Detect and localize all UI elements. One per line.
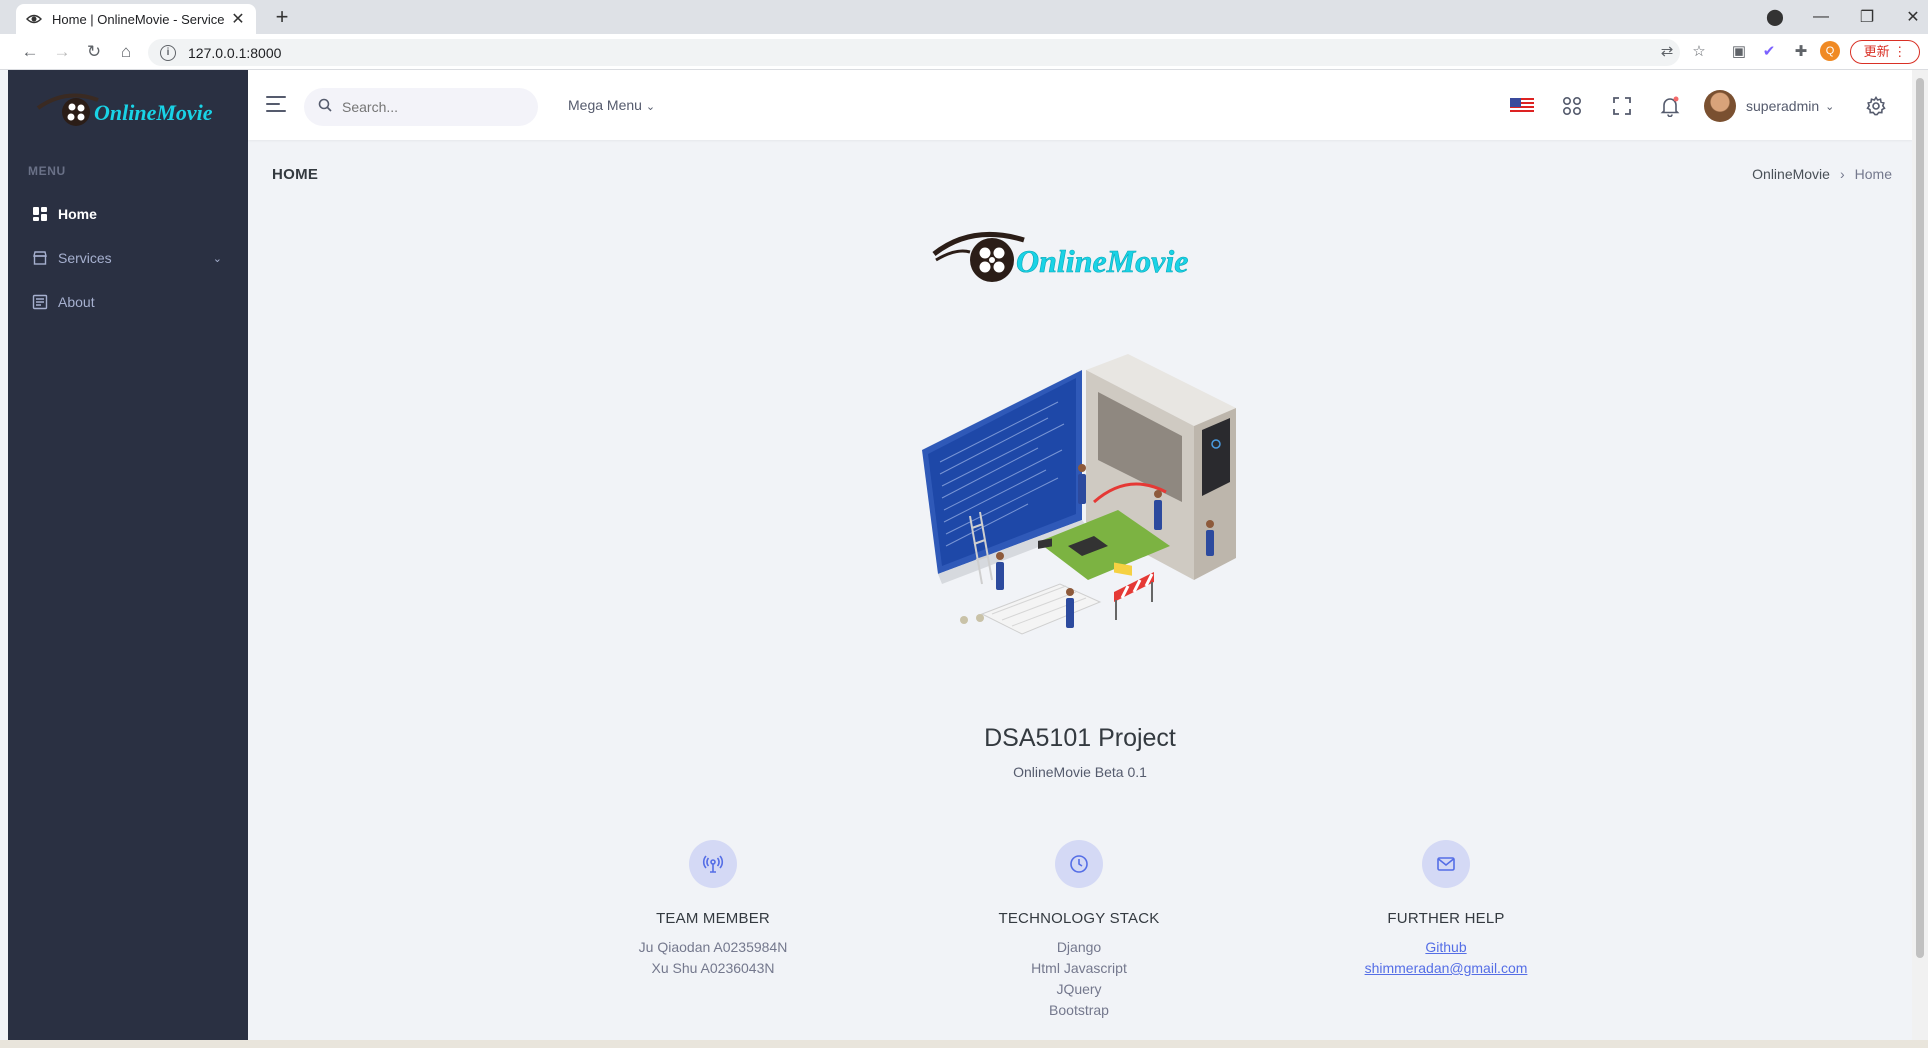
new-tab-button[interactable]: +: [268, 4, 296, 32]
puzzle-icon[interactable]: ✚: [1790, 41, 1812, 63]
fullscreen-icon[interactable]: [1610, 94, 1634, 118]
avatar: [1704, 90, 1736, 122]
sidebar: OnlineMovie MENU Home Services ⌄ About: [8, 70, 248, 1040]
sidebar-item-about[interactable]: About: [8, 282, 248, 322]
sidebar-item-label: Home: [58, 206, 97, 222]
search-input[interactable]: [342, 99, 512, 115]
section-title: TECHNOLOGY STACK: [998, 910, 1160, 927]
menu-toggle-icon[interactable]: [266, 96, 286, 114]
chevron-down-icon: ⌄: [645, 101, 656, 113]
page-title: HOME: [272, 166, 319, 183]
site-info-icon[interactable]: i: [160, 44, 176, 61]
bottom-strip: [0, 1040, 1928, 1048]
mail-icon: [1422, 840, 1470, 888]
list-icon: [32, 294, 48, 310]
close-window-icon[interactable]: ✕: [1890, 7, 1928, 27]
tech-stack-line: Bootstrap: [1049, 1002, 1109, 1018]
mega-menu-dropdown[interactable]: Mega Menu ⌄: [568, 97, 655, 113]
sidebar-logo[interactable]: OnlineMovie: [36, 86, 236, 136]
tech-stack-line: Django: [1056, 939, 1102, 955]
url-bar[interactable]: i 127.0.0.1:8000: [148, 39, 1680, 66]
sidebar-item-services[interactable]: Services ⌄: [8, 238, 248, 278]
username: superadmin: [1746, 98, 1820, 114]
notification-bell-icon[interactable]: [1658, 94, 1682, 118]
sidebar-item-label: Services: [58, 250, 112, 266]
menu-title: MENU: [28, 164, 66, 178]
minimize-icon[interactable]: —: [1798, 8, 1844, 26]
bookmark-star-icon[interactable]: ☆: [1688, 41, 1710, 63]
breadcrumb-separator-icon: ›: [1839, 166, 1845, 182]
main-logo-text: OnlineMovie: [1016, 243, 1188, 279]
translate-icon[interactable]: ⇄: [1656, 41, 1678, 63]
extension-icon[interactable]: ▣: [1728, 41, 1750, 63]
scrollbar-thumb[interactable]: [1916, 78, 1924, 958]
browser-tab-bar: Home | OnlineMovie - Service ✕ + ⬤ — ❐ ✕: [0, 0, 1928, 34]
dashboard-icon: [32, 206, 48, 222]
browser-tab[interactable]: Home | OnlineMovie - Service ✕: [16, 4, 256, 34]
restore-icon[interactable]: ❐: [1844, 7, 1890, 27]
main-logo: OnlineMovie: [932, 224, 1222, 288]
search-box[interactable]: [304, 88, 538, 126]
back-icon[interactable]: ←: [18, 40, 42, 64]
tab-close-icon[interactable]: ✕: [230, 9, 246, 29]
url-text: 127.0.0.1:8000: [188, 44, 282, 61]
breadcrumb-current: Home: [1854, 166, 1892, 182]
forward-icon[interactable]: →: [50, 40, 74, 64]
store-icon: [32, 250, 48, 266]
breadcrumb-link[interactable]: OnlineMovie: [1752, 166, 1830, 182]
apps-grid-icon[interactable]: [1560, 94, 1584, 118]
search-icon: [318, 98, 332, 117]
browser-toolbar: ← → ↻ ⌂ i 127.0.0.1:8000 ⇄ ☆ ▣ ✔ ✚ Q 更新 …: [0, 34, 1928, 70]
user-dropdown[interactable]: superadmin ⌄: [1704, 90, 1834, 122]
sidebar-item-label: About: [58, 294, 95, 310]
computer-repair-illustration: [918, 352, 1238, 652]
github-link[interactable]: Github: [1296, 937, 1596, 958]
section-title: FURTHER HELP: [1387, 910, 1505, 927]
tab-title: Home | OnlineMovie - Service: [52, 11, 225, 27]
home-icon[interactable]: ⌂: [114, 40, 138, 64]
settings-gear-icon[interactable]: [1864, 94, 1888, 118]
breadcrumb: OnlineMovie › Home: [1752, 166, 1892, 182]
profile-dropdown-icon[interactable]: ⬤: [1752, 7, 1798, 27]
mega-menu-label: Mega Menu: [568, 97, 642, 113]
chevron-down-icon: ⌄: [212, 252, 222, 265]
check-extension-icon[interactable]: ✔: [1758, 41, 1780, 63]
project-title: DSA5101 Project: [984, 724, 1176, 752]
email-link[interactable]: shimmeradan@gmail.com: [1296, 958, 1596, 979]
reload-icon[interactable]: ↻: [82, 40, 106, 64]
further-help-section: FURTHER HELP Github shimmeradan@gmail.co…: [1296, 840, 1596, 979]
clock-icon: [1055, 840, 1103, 888]
eye-favicon-icon: [26, 11, 42, 27]
team-member-line: Xu Shu A0236043N: [651, 960, 775, 976]
sidebar-item-home[interactable]: Home: [8, 194, 248, 234]
page-header: HOME OnlineMovie › Home: [272, 164, 1892, 188]
update-button[interactable]: 更新 ⋮: [1850, 40, 1920, 64]
profile-avatar-icon[interactable]: Q: [1820, 41, 1840, 61]
technology-stack-section: TECHNOLOGY STACK Django Html Javascript …: [929, 840, 1229, 1021]
section-title: TEAM MEMBER: [656, 910, 770, 927]
chevron-down-icon: ⌄: [1825, 100, 1835, 113]
broadcast-icon: [689, 840, 737, 888]
sidebar-logo-text: OnlineMovie: [94, 100, 213, 125]
us-flag-icon[interactable]: [1510, 94, 1534, 118]
tech-stack-line: JQuery: [1056, 981, 1102, 997]
project-subtitle: OnlineMovie Beta 0.1: [1013, 764, 1147, 780]
page-scrollbar[interactable]: [1912, 70, 1928, 1040]
tech-stack-line: Html Javascript: [1031, 960, 1127, 976]
topbar: Mega Menu ⌄ superadmin ⌄: [248, 70, 1912, 140]
team-member-section: TEAM MEMBER Ju Qiaodan A0235984N Xu Shu …: [563, 840, 863, 979]
team-member-line: Ju Qiaodan A0235984N: [638, 939, 788, 955]
